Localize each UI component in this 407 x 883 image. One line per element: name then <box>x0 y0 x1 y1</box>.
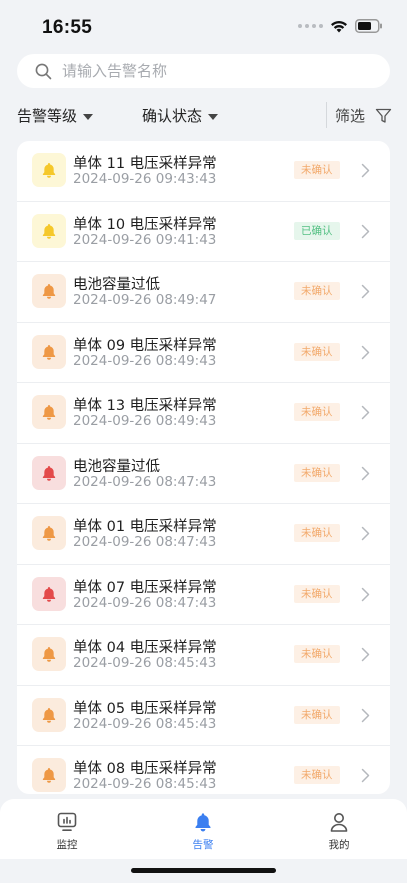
wifi-icon <box>331 20 347 32</box>
alarm-time: 2024-09-26 08:47:43 <box>73 534 217 550</box>
alarm-time: 2024-09-26 09:43:43 <box>73 171 217 187</box>
alarm-list-item[interactable]: 电池容量过低 2024-09-26 08:49:47 未确认 <box>17 262 390 323</box>
alarm-title: 单体 08 电压采样异常 <box>73 761 217 777</box>
status-badge: 未确认 <box>294 766 340 784</box>
alarm-title: 电池容量过低 <box>73 277 160 293</box>
status-badge: 未确认 <box>294 705 340 724</box>
alarm-level-filter-label: 告警等级 <box>17 107 78 125</box>
alarm-level-bell-icon <box>32 576 66 611</box>
tab-label: 告警 <box>192 839 214 851</box>
alarm-level-bell-icon <box>32 455 66 490</box>
alarm-time: 2024-09-26 08:45:43 <box>73 715 217 732</box>
alarm-time: 2024-09-26 08:49:43 <box>73 352 217 369</box>
chevron-right-icon <box>361 768 370 787</box>
chevron-right-icon <box>361 345 370 364</box>
alarm-level-bell-icon <box>32 637 66 671</box>
alarm-list-item[interactable]: 单体 11 电压采样异常 2024-09-26 09:43:43 未确认 <box>17 141 390 202</box>
status-badge: 未确认 <box>294 584 340 603</box>
chevron-right-icon <box>361 466 370 485</box>
chevron-right-icon <box>361 708 370 727</box>
alarm-title: 单体 01 电压采样异常 <box>73 519 217 535</box>
tab-label: 我的 <box>328 839 350 851</box>
alarm-title: 单体 10 电压采样异常 <box>73 216 217 233</box>
alarm-list-item[interactable]: 电池容量过低 2024-09-26 08:47:43 未确认 <box>17 444 390 504</box>
chevron-right-icon <box>361 405 370 424</box>
alarm-level-bell-icon <box>32 516 66 550</box>
chevron-right-icon <box>361 224 370 243</box>
cellular-dots-icon <box>298 24 323 28</box>
caret-down-icon <box>208 113 219 120</box>
tab-monitor[interactable]: 监控 <box>37 811 97 852</box>
chevron-right-icon <box>361 647 370 666</box>
alarm-level-bell-icon <box>32 274 66 308</box>
status-badge: 未确认 <box>294 282 340 300</box>
alarm-list-item[interactable]: 单体 13 电压采样异常 2024-09-26 08:49:43 未确认 <box>17 383 390 444</box>
alarm-title: 电池容量过低 <box>73 458 160 475</box>
status-badge: 未确认 <box>294 403 340 421</box>
status-badge: 未确认 <box>294 463 340 482</box>
alarm-list: 单体 11 电压采样异常 2024-09-26 09:43:43 未确认 单体 10 … <box>17 141 390 794</box>
alarm-list-item[interactable]: 单体 10 电压采样异常 2024-09-26 09:41:43 已确认 <box>17 202 390 262</box>
alarm-time: 2024-09-26 08:49:43 <box>73 413 217 429</box>
alarm-time: 2024-09-26 09:41:43 <box>73 231 217 248</box>
alarm-title: 单体 13 电压采样异常 <box>73 398 217 414</box>
alarm-title: 单体 09 电压采样异常 <box>73 337 217 354</box>
alarm-time: 2024-09-26 08:49:47 <box>73 292 217 308</box>
status-badge: 已确认 <box>294 221 340 240</box>
home-indicator <box>131 868 276 873</box>
screen-filter-label: 筛选 <box>335 107 366 125</box>
status-badge: 未确认 <box>294 645 340 663</box>
status-badge: 未确认 <box>294 342 340 361</box>
search-input[interactable] <box>62 62 352 80</box>
alarm-time: 2024-09-26 08:47:43 <box>73 473 217 490</box>
alarm-level-bell-icon <box>32 758 66 792</box>
alarm-list-item[interactable]: 单体 07 电压采样异常 2024-09-26 08:47:43 未确认 <box>17 565 390 625</box>
status-badge: 未确认 <box>294 524 340 542</box>
alarm-list-item[interactable]: 单体 05 电压采样异常 2024-09-26 08:45:43 未确认 <box>17 686 390 746</box>
status-time: 16:55 <box>42 17 93 38</box>
alarm-level-bell-icon <box>32 213 66 248</box>
alarm-level-bell-icon <box>32 697 66 732</box>
alarm-level-bell-icon <box>32 334 66 369</box>
chevron-right-icon <box>361 163 370 182</box>
alarm-time: 2024-09-26 08:45:43 <box>73 776 217 792</box>
status-bar: 16:55 <box>0 0 407 52</box>
confirm-status-filter-label: 确认状态 <box>142 107 203 125</box>
alarm-level-bell-icon <box>32 395 66 429</box>
chevron-right-icon <box>361 526 370 545</box>
chevron-right-icon <box>361 587 370 606</box>
screen-filter-button[interactable]: 筛选 <box>335 105 392 126</box>
filter-divider <box>326 102 327 128</box>
caret-down-icon <box>83 113 94 120</box>
search-icon <box>35 63 52 79</box>
confirm-status-filter[interactable]: 确认状态 <box>142 105 219 126</box>
alarm-title: 单体 05 电压采样异常 <box>73 700 217 717</box>
battery-icon <box>355 19 382 33</box>
alarm-level-filter[interactable]: 告警等级 <box>17 105 94 126</box>
alarm-list-item[interactable]: 单体 09 电压采样异常 2024-09-26 08:49:43 未确认 <box>17 323 390 383</box>
alarm-level-bell-icon <box>32 153 66 187</box>
user-icon <box>309 811 369 833</box>
funnel-icon <box>375 108 392 123</box>
monitor-icon <box>37 811 97 833</box>
alarm-title: 单体 11 电压采样异常 <box>73 156 217 172</box>
status-badge: 未确认 <box>294 161 340 179</box>
status-icons <box>298 19 383 33</box>
alarm-time: 2024-09-26 08:47:43 <box>73 594 217 611</box>
tab-bell[interactable]: 告警 <box>173 811 233 852</box>
alarm-list-item[interactable]: 单体 04 电压采样异常 2024-09-26 08:45:43 未确认 <box>17 625 390 686</box>
tab-bar: 监控 告警 我的 <box>0 799 407 859</box>
chevron-right-icon <box>361 284 370 303</box>
filter-bar: 告警等级 确认状态 筛选 <box>0 100 407 132</box>
alarm-title: 单体 07 电压采样异常 <box>73 579 217 596</box>
alarm-time: 2024-09-26 08:45:43 <box>73 655 217 671</box>
search-bar[interactable] <box>17 54 390 88</box>
alarm-list-item[interactable]: 单体 01 电压采样异常 2024-09-26 08:47:43 未确认 <box>17 504 390 565</box>
alarm-list-item[interactable]: 单体 08 电压采样异常 2024-09-26 08:45:43 未确认 <box>17 746 390 794</box>
tab-label: 监控 <box>56 839 78 851</box>
tab-user[interactable]: 我的 <box>309 811 369 852</box>
alarm-title: 单体 04 电压采样异常 <box>73 640 217 656</box>
bell-icon <box>173 811 233 833</box>
